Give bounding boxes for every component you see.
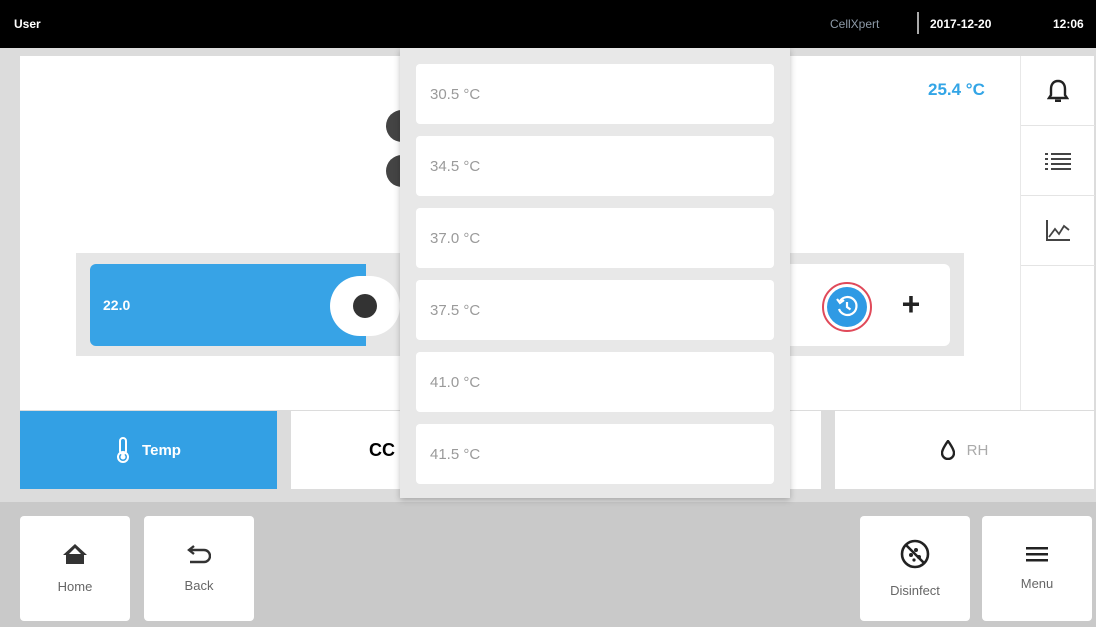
history-highlight-ring xyxy=(822,282,872,332)
hamburger-icon xyxy=(1026,547,1048,562)
menu-label: Menu xyxy=(1020,576,1054,591)
preset-option[interactable]: 37.5 °C xyxy=(416,280,774,340)
setpoint-value: 22.0 xyxy=(103,297,131,313)
preset-option[interactable]: 41.0 °C xyxy=(416,352,774,412)
disinfect-button[interactable]: Disinfect xyxy=(860,516,970,621)
back-arrow-icon xyxy=(187,545,211,564)
chart-button[interactable] xyxy=(1021,196,1095,266)
chart-icon xyxy=(1046,219,1070,241)
slider-handle-dot xyxy=(353,294,377,318)
tab-temp[interactable]: Temp xyxy=(20,411,277,489)
event-log-button[interactable] xyxy=(1021,126,1095,196)
plus-icon: + xyxy=(901,285,921,322)
preset-option[interactable]: 30.5 °C xyxy=(416,64,774,124)
preset-option[interactable]: 34.5 °C xyxy=(416,136,774,196)
tab-rh[interactable]: RH xyxy=(835,411,1094,489)
back-label: Back xyxy=(184,578,214,593)
preset-dropdown: 30.5 °C 34.5 °C 37.0 °C 37.5 °C 41.0 °C … xyxy=(400,48,790,498)
home-label: Home xyxy=(57,579,93,594)
bell-icon xyxy=(1047,79,1069,102)
date-label: 2017-12-20 xyxy=(930,17,992,31)
time-label: 12:06 xyxy=(1053,17,1084,31)
history-button[interactable] xyxy=(815,279,879,335)
list-icon xyxy=(1045,152,1071,170)
increment-button[interactable]: + xyxy=(888,281,934,327)
back-button[interactable]: Back xyxy=(144,516,254,621)
slider-handle[interactable] xyxy=(330,276,400,336)
user-label: User xyxy=(14,17,41,31)
tab-rh-label: RH xyxy=(966,441,989,459)
disinfect-label: Disinfect xyxy=(890,583,940,598)
alarm-button[interactable] xyxy=(1021,56,1095,126)
status-divider xyxy=(917,12,919,34)
thermometer-icon xyxy=(117,437,130,463)
current-temperature: 25.4 °C xyxy=(928,80,985,99)
status-bar: User CellXpert 2017-12-20 12:06 xyxy=(0,0,1096,48)
tab-co2-label: CC xyxy=(369,439,395,460)
brand-label: CellXpert xyxy=(830,17,880,31)
right-sidebar xyxy=(1020,56,1095,410)
preset-option[interactable]: 41.5 °C xyxy=(416,424,774,484)
history-icon xyxy=(836,295,858,317)
menu-button[interactable]: Menu xyxy=(982,516,1092,621)
disinfect-icon xyxy=(900,539,930,569)
tab-temp-label: Temp xyxy=(142,441,181,459)
home-button[interactable]: Home xyxy=(20,516,130,621)
home-icon xyxy=(63,544,87,564)
preset-option[interactable]: 37.0 °C xyxy=(416,208,774,268)
droplet-icon xyxy=(940,440,955,460)
setpoint-slider-fill[interactable] xyxy=(90,264,366,346)
